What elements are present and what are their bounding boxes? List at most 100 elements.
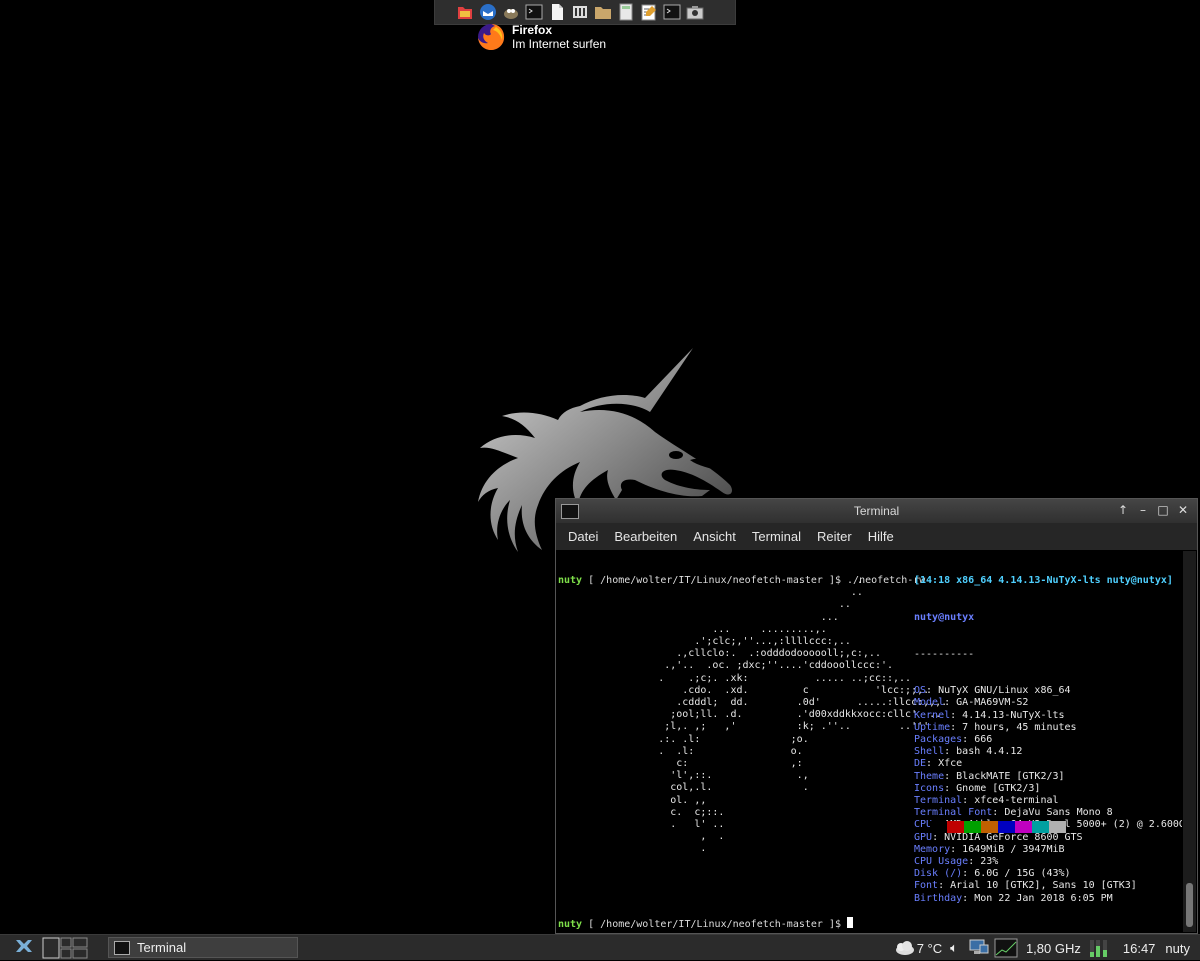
cpu-graph-icon[interactable] — [1089, 938, 1113, 958]
info-line: Uptime: 7 hours, 45 minutes — [914, 721, 1077, 733]
info-key: Memory — [914, 843, 951, 855]
menu-terminal[interactable]: Terminal — [744, 529, 809, 544]
info-value: 666 — [974, 734, 993, 746]
weather-icon[interactable] — [893, 940, 915, 956]
launcher-tooltip: Firefox Im Internet surfen — [476, 20, 606, 54]
user-name[interactable]: nuty — [1165, 941, 1190, 956]
info-line: Theme: BlackMATE [GTK2/3] — [914, 770, 1065, 782]
taskbar-item-terminal[interactable]: Terminal — [108, 937, 298, 958]
terminal-icon — [561, 503, 579, 519]
terminal-titlebar[interactable]: Terminal ↑ – □ ✕ — [556, 499, 1197, 523]
info-value: DejaVu Sans Mono 8 — [1004, 807, 1113, 819]
tooltip-title: Firefox — [512, 23, 553, 37]
info-key: Birthday — [914, 892, 963, 904]
clock[interactable]: 16:47 — [1123, 941, 1156, 956]
maximize-button[interactable]: □ — [1155, 502, 1171, 518]
text-file-icon[interactable] — [547, 2, 567, 22]
network-icon[interactable] — [968, 939, 990, 957]
file-manager-icon[interactable] — [593, 2, 613, 22]
info-value: Mon 22 Jan 2018 6:05 PM — [974, 892, 1113, 904]
info-key: CPU Usage — [914, 856, 969, 868]
menubar: Datei Bearbeiten Ansicht Terminal Reiter… — [556, 523, 1197, 550]
info-key: Disk (/) — [914, 868, 963, 880]
terminal-output[interactable]: nuty [ /home/wolter/IT/Linux/neofetch-ma… — [558, 551, 1182, 931]
info-line: Packages: 666 — [914, 734, 993, 746]
home-folder-icon[interactable] — [455, 2, 475, 22]
settings-icon[interactable] — [570, 2, 590, 22]
thunderbird-icon[interactable] — [478, 2, 498, 22]
cpu-frequency[interactable]: 1,80 GHz — [1026, 941, 1081, 956]
info-line: Icons: Gnome [GTK2/3] — [914, 782, 1041, 794]
window-title: Terminal — [853, 504, 900, 518]
info-key: Packages — [914, 734, 963, 746]
info-line: CPU Usage: 23% — [914, 856, 999, 868]
info-user-host: nuty@nutyx — [914, 612, 975, 624]
palette-swatch — [981, 821, 998, 833]
palette-swatch — [1032, 821, 1049, 833]
info-value: xfce4-terminal — [974, 795, 1059, 807]
palette-swatch — [964, 821, 981, 833]
keep-above-button[interactable]: ↑ — [1115, 502, 1131, 518]
app-menu-icon[interactable] — [13, 938, 35, 958]
palette-swatch — [930, 821, 947, 833]
info-value: NVIDIA GeForce 8600 GTS — [944, 831, 1083, 843]
taskbar-item-label: Terminal — [137, 940, 187, 955]
scrollbar-thumb[interactable] — [1186, 883, 1193, 927]
info-key: DE — [914, 758, 927, 770]
menu-hilfe[interactable]: Hilfe — [860, 529, 902, 544]
info-line: DE: Xfce — [914, 758, 963, 770]
info-key: Terminal Font — [914, 807, 993, 819]
system-monitor-icon[interactable] — [994, 938, 1018, 958]
weather-temperature[interactable]: 7 °C — [917, 941, 942, 956]
info-header: [14:18 x86_64 4.14.13-NuTyX-lts nuty@nut… — [914, 575, 1173, 587]
info-value: Arial 10 [GTK2], Sans 10 [GTK3] — [950, 880, 1137, 892]
close-button[interactable]: ✕ — [1175, 502, 1191, 518]
palette-swatch — [998, 821, 1015, 833]
info-line: Birthday: Mon 22 Jan 2018 6:05 PM — [914, 892, 1113, 904]
terminal-icon[interactable] — [524, 2, 544, 22]
info-line: Terminal: xfce4-terminal — [914, 795, 1059, 807]
menu-bearbeiten[interactable]: Bearbeiten — [606, 529, 685, 544]
tooltip-subtitle: Im Internet surfen — [512, 37, 607, 51]
palette-swatch — [1015, 821, 1032, 833]
info-value: bash 4.4.12 — [956, 746, 1023, 758]
info-key: Kernel — [914, 709, 951, 721]
palette-swatch — [947, 821, 964, 833]
ascii-logo: . .. .. ... ... .........,. .';clc;,''..… — [658, 575, 948, 855]
info-value: Xfce — [938, 758, 963, 770]
terminal-icon[interactable] — [662, 2, 682, 22]
info-line: Disk (/): 6.0G / 15G (43%) — [914, 868, 1071, 880]
info-line: GPU: NVIDIA GeForce 8600 GTS — [914, 831, 1083, 843]
gimp-icon[interactable] — [501, 2, 521, 22]
workspace-switcher[interactable] — [42, 937, 88, 959]
info-value: 7 hours, 45 minutes — [962, 721, 1077, 733]
menu-reiter[interactable]: Reiter — [809, 529, 860, 544]
screenshot-icon[interactable] — [685, 2, 705, 22]
info-value: GA-MA69VM-S2 — [956, 697, 1029, 709]
info-value: NuTyX GNU/Linux x86_64 — [938, 685, 1071, 697]
info-line: Kernel: 4.14.13-NuTyX-lts — [914, 709, 1065, 721]
info-key: OS — [914, 685, 927, 697]
info-key: Model — [914, 697, 945, 709]
info-value: 1649MiB / 3947MiB — [962, 843, 1065, 855]
minimize-button[interactable]: – — [1135, 502, 1151, 518]
info-value: Gnome [GTK2/3] — [956, 782, 1041, 794]
info-key: Shell — [914, 746, 945, 758]
text-editor-icon[interactable] — [639, 2, 659, 22]
menu-ansicht[interactable]: Ansicht — [685, 529, 744, 544]
terminal-window[interactable]: Terminal ↑ – □ ✕ Datei Bearbeiten Ansich… — [555, 498, 1198, 934]
scrollbar[interactable] — [1183, 551, 1196, 932]
menu-datei[interactable]: Datei — [560, 529, 606, 544]
info-key: Terminal — [914, 795, 963, 807]
prompt-line[interactable]: nuty [ /home/wolter/IT/Linux/neofetch-ma… — [558, 917, 854, 931]
info-separator: ---------- — [914, 648, 975, 660]
info-line: Font: Arial 10 [GTK2], Sans 10 [GTK3] — [914, 880, 1137, 892]
taskbar: Terminal 7 °C 🔈︎ 1,80 GHz 16:47 nuty — [0, 934, 1200, 960]
info-line: Shell: bash 4.4.12 — [914, 746, 1023, 758]
info-key: Theme — [914, 770, 945, 782]
calculator-icon[interactable] — [616, 2, 636, 22]
palette-swatch — [1049, 821, 1066, 833]
info-key: GPU — [914, 831, 933, 843]
info-value: 4.14.13-NuTyX-lts — [962, 709, 1065, 721]
volume-icon[interactable]: 🔈︎ — [950, 940, 958, 956]
